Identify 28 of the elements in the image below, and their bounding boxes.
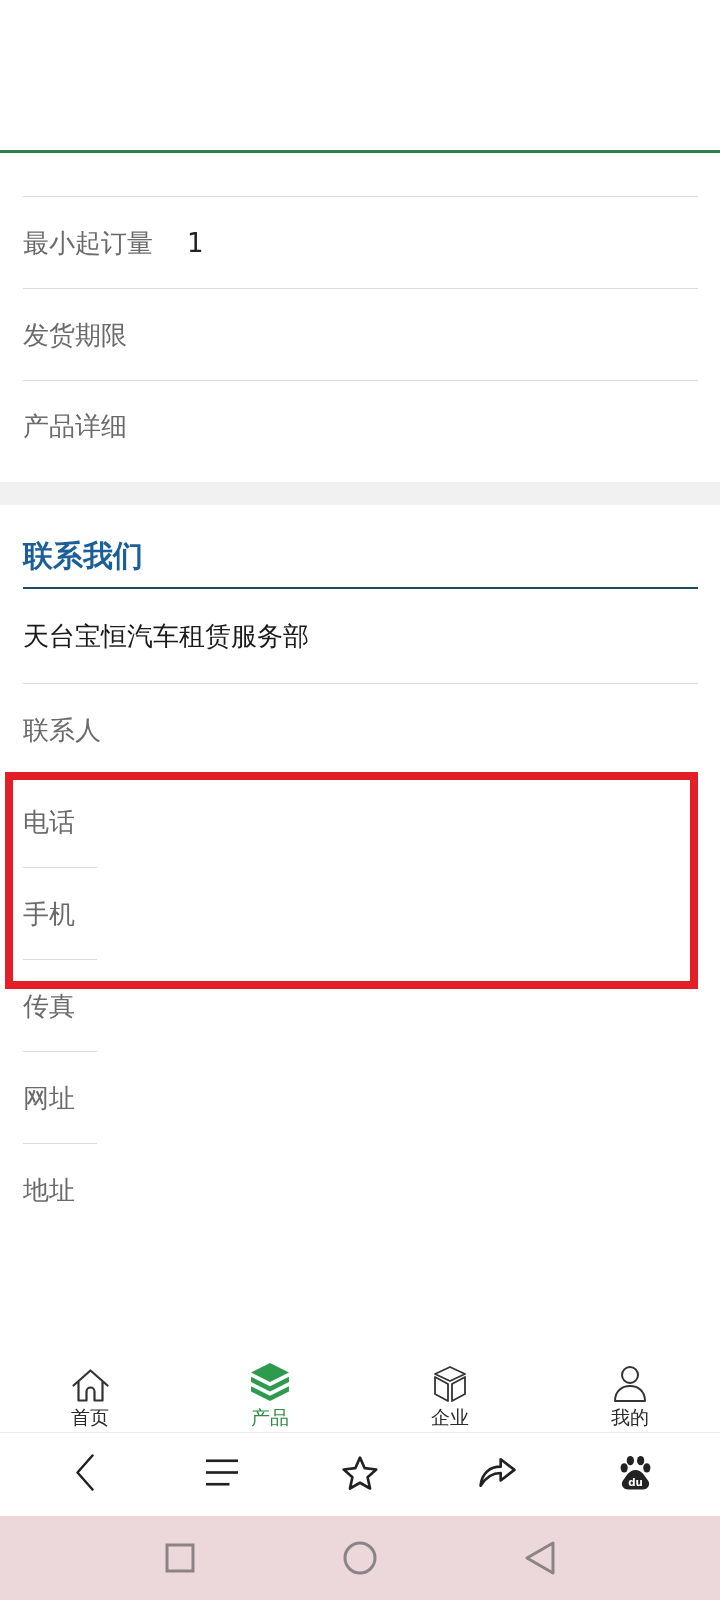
- company-name: 天台宝恒汽车租赁服务部: [23, 589, 698, 684]
- field-label: 最小起订量: [23, 226, 153, 260]
- person-icon: [614, 1366, 646, 1402]
- field-label: 电话: [23, 805, 75, 839]
- chevron-left-icon: [75, 1454, 94, 1491]
- triangle-icon: [525, 1541, 555, 1575]
- field-label: 产品详细: [23, 410, 127, 443]
- field-label: 网址: [23, 1081, 75, 1115]
- section-title: 联系我们: [23, 505, 698, 589]
- star-icon: [342, 1455, 378, 1490]
- field-value: 1: [187, 226, 204, 260]
- nav-tab[interactable]: 我的: [594, 1340, 666, 1428]
- nav-tab[interactable]: 企业: [414, 1340, 486, 1428]
- field-label: 传真: [23, 989, 75, 1023]
- cube-icon: [434, 1366, 466, 1402]
- share-arrow-icon: [479, 1457, 517, 1488]
- house-icon: [71, 1369, 109, 1402]
- field-label: 发货期限: [23, 318, 127, 352]
- square-icon: [165, 1543, 195, 1573]
- nav-tab[interactable]: 首页: [54, 1340, 126, 1428]
- menu-icon: [206, 1459, 239, 1486]
- layers-icon: [250, 1362, 290, 1402]
- field-label: 地址: [23, 1173, 75, 1207]
- baidu-button[interactable]: du: [613, 1449, 657, 1496]
- field-label: 手机: [23, 897, 75, 931]
- nav-tab[interactable]: 产品: [234, 1340, 306, 1428]
- field-label: 联系人: [23, 713, 101, 747]
- circle-icon: [343, 1541, 377, 1575]
